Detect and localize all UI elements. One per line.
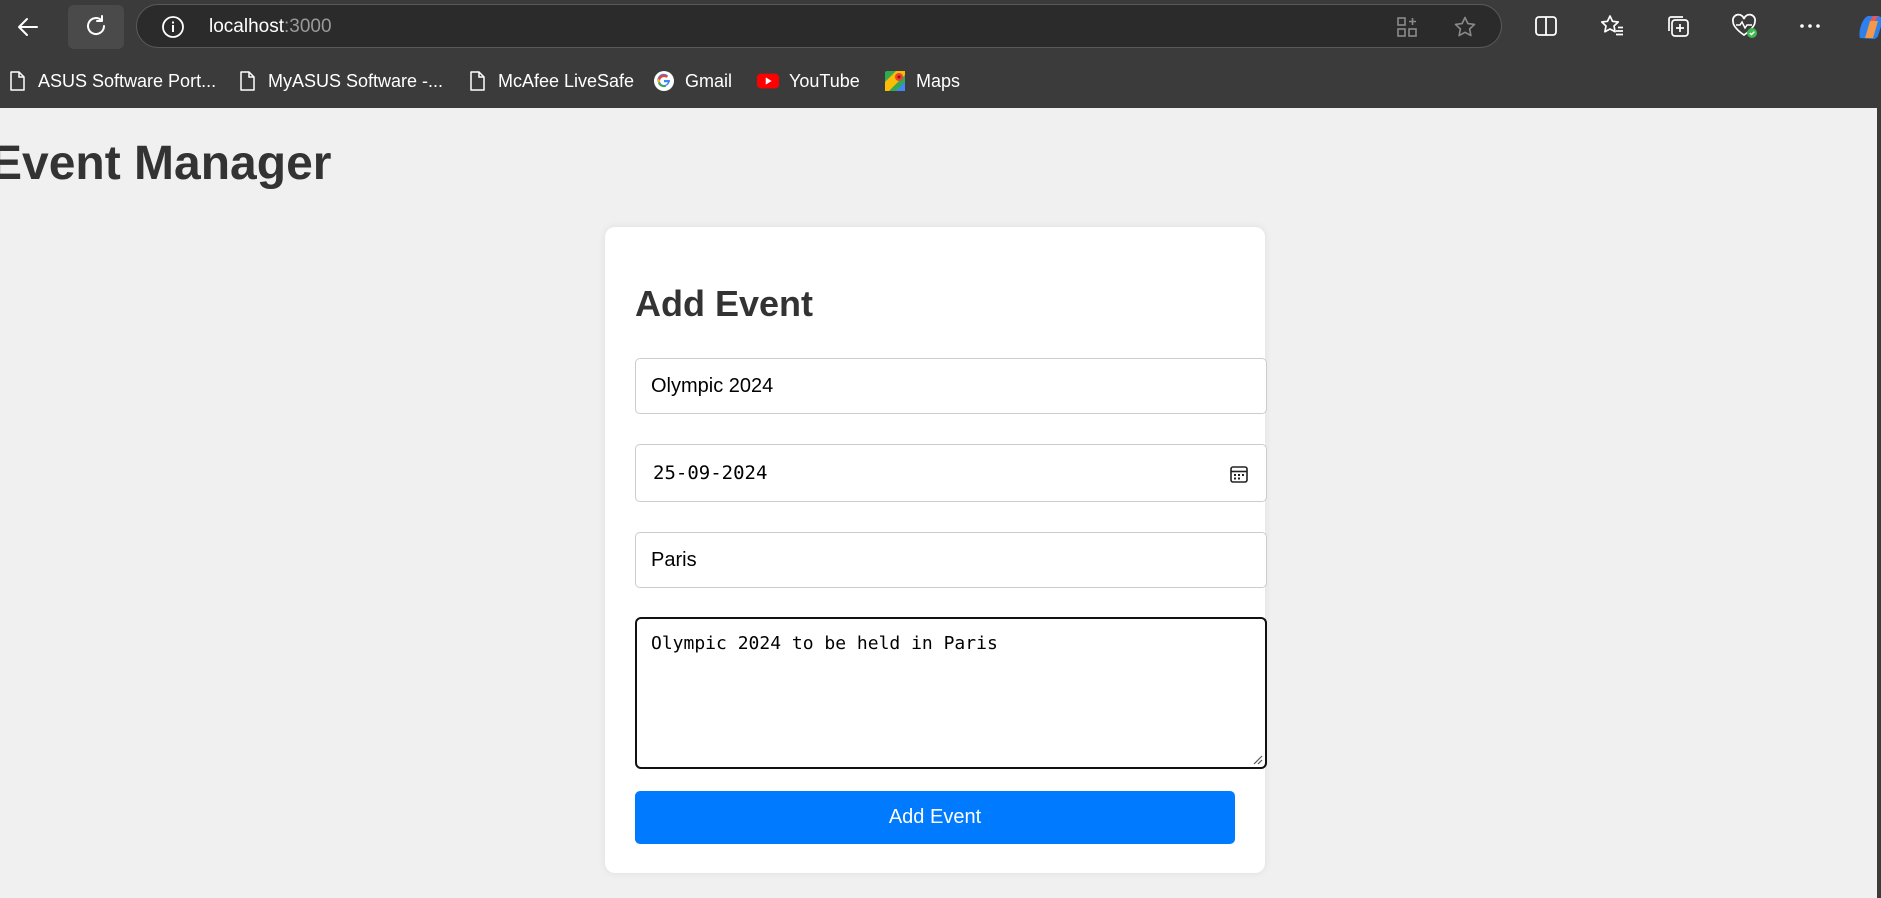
bookmark-asus-software-portal[interactable]: ASUS Software Port... [6,66,216,96]
favorite-star-icon[interactable] [1453,15,1477,39]
page-icon [6,70,28,92]
resize-grip-icon[interactable] [1251,753,1263,765]
bookmark-youtube[interactable]: YouTube [757,66,860,96]
add-event-form-card: Add Event Olympic 2024 to be held in Par… [605,227,1267,873]
more-options-icon[interactable] [1795,11,1825,41]
url-host: localhost [209,16,284,37]
app-available-icon[interactable] [1395,15,1419,39]
browser-chrome: localhost:3000 ASUS Software Port... MyA… [0,0,1881,108]
favorites-icon[interactable] [1597,11,1627,41]
event-description-textarea[interactable]: Olympic 2024 to be held in Paris [651,633,1247,753]
page-title: Event Manager [0,137,332,190]
page-icon [466,70,488,92]
form-title: Add Event [635,283,814,324]
back-button[interactable] [8,7,48,47]
window-edge [1877,108,1881,898]
bookmark-gmail[interactable]: Gmail [653,66,732,96]
collections-icon[interactable] [1663,11,1693,41]
youtube-icon [757,70,779,92]
bookmark-label: YouTube [789,70,860,91]
reload-icon [87,15,106,35]
back-arrow-icon [18,18,38,36]
bookmark-mcafee-livesafe[interactable]: McAfee LiveSafe [466,66,634,96]
event-location-field[interactable] [635,532,1267,588]
event-description-field[interactable]: Olympic 2024 to be held in Paris [635,617,1267,769]
reload-button[interactable] [68,5,124,49]
page-icon [236,70,258,92]
event-name-field[interactable] [635,358,1267,414]
bookmark-label: Maps [916,70,961,91]
bookmark-label: MyASUS Software -... [268,70,444,91]
bookmarks-bar: ASUS Software Port... MyASUS Software -.… [0,62,1881,100]
maps-icon [884,70,906,92]
event-date-input[interactable] [653,445,1213,501]
event-location-input[interactable] [651,533,1211,587]
split-screen-icon[interactable] [1531,11,1561,41]
bookmark-myasus-software[interactable]: MyASUS Software -... [236,66,443,96]
calendar-icon[interactable] [1228,463,1250,485]
url-text[interactable]: localhost:3000 [209,16,332,38]
browser-toolbar: localhost:3000 [0,0,1881,54]
bookmark-label: McAfee LiveSafe [498,70,635,91]
event-name-input[interactable] [651,359,1211,413]
bookmark-maps[interactable]: Maps [884,66,960,96]
google-icon [653,70,675,92]
add-event-button[interactable]: Add Event [635,791,1235,844]
url-port: :3000 [284,16,332,37]
site-info-icon[interactable] [161,15,185,39]
copilot-icon[interactable] [1856,12,1881,42]
address-bar[interactable]: localhost:3000 [136,4,1502,48]
event-date-field[interactable] [635,444,1267,502]
bookmark-label: Gmail [685,70,733,91]
browser-essentials-icon[interactable] [1729,11,1759,41]
bookmark-label: ASUS Software Port... [38,70,217,91]
